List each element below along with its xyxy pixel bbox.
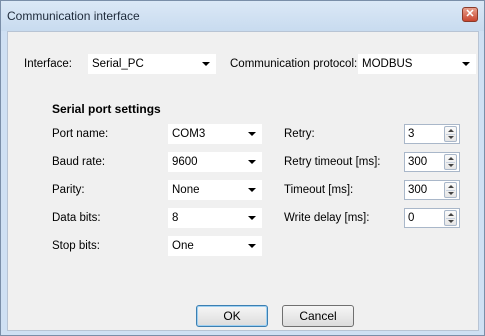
parity-label: Parity: [52, 184, 85, 196]
port-name-label: Port name: [52, 128, 109, 140]
spin-up-icon[interactable] [448, 213, 454, 216]
retry-label: Retry: [284, 128, 315, 140]
spin-divider [446, 190, 455, 191]
port-name-value: COM3 [172, 128, 206, 140]
chevron-down-icon [248, 244, 256, 248]
chevron-down-icon [462, 62, 470, 66]
data-bits-label: Data bits: [52, 212, 101, 224]
write-delay-spinner[interactable]: 0 [404, 208, 460, 228]
spin-up-icon[interactable] [448, 129, 454, 132]
chevron-down-icon [248, 132, 256, 136]
retry-timeout-label: Retry timeout [ms]: [284, 156, 381, 168]
spin-divider [446, 218, 455, 219]
spin-down-icon[interactable] [448, 136, 454, 139]
spin-divider [446, 162, 455, 163]
spin-buttons[interactable] [444, 210, 457, 226]
close-icon: ✕ [465, 8, 475, 20]
timeout-spinner[interactable]: 300 [404, 180, 460, 200]
protocol-label: Communication protocol: [230, 58, 358, 70]
close-button[interactable]: ✕ [462, 7, 478, 22]
spin-down-icon[interactable] [448, 164, 454, 167]
data-bits-select[interactable]: 8 [168, 208, 262, 228]
parity-select[interactable]: None [168, 180, 262, 200]
spin-buttons[interactable] [444, 126, 457, 142]
write-delay-label: Write delay [ms]: [284, 212, 370, 224]
port-name-select[interactable]: COM3 [168, 124, 262, 144]
timeout-value: 300 [408, 184, 428, 196]
interface-label: Interface: [24, 58, 72, 70]
protocol-select[interactable]: MODBUS [358, 54, 476, 74]
baud-rate-select[interactable]: 9600 [168, 152, 262, 172]
write-delay-value: 0 [408, 212, 415, 224]
chevron-down-icon [202, 62, 210, 66]
spin-up-icon[interactable] [448, 185, 454, 188]
stop-bits-select[interactable]: One [168, 236, 262, 256]
data-bits-value: 8 [172, 212, 179, 224]
chevron-down-icon [248, 216, 256, 220]
dialog-body: Interface: Serial_PC Communication proto… [7, 31, 479, 331]
dialog-window: Communication interface ✕ Interface: Ser… [0, 0, 485, 336]
protocol-value: MODBUS [362, 58, 413, 70]
interface-select[interactable]: Serial_PC [88, 54, 216, 74]
timeout-label: Timeout [ms]: [284, 184, 354, 196]
retry-value: 3 [408, 128, 415, 140]
spin-down-icon[interactable] [448, 220, 454, 223]
retry-timeout-spinner[interactable]: 300 [404, 152, 460, 172]
spin-buttons[interactable] [444, 154, 457, 170]
stop-bits-value: One [172, 240, 194, 252]
interface-value: Serial_PC [92, 58, 144, 70]
baud-rate-label: Baud rate: [52, 156, 106, 168]
window-title: Communication interface [7, 9, 140, 23]
title-bar[interactable]: Communication interface ✕ [1, 1, 484, 31]
ok-button[interactable]: OK [196, 305, 268, 327]
baud-rate-value: 9600 [172, 156, 198, 168]
spin-divider [446, 134, 455, 135]
retry-spinner[interactable]: 3 [404, 124, 460, 144]
stop-bits-label: Stop bits: [52, 240, 100, 252]
chevron-down-icon [248, 160, 256, 164]
cancel-button[interactable]: Cancel [282, 305, 354, 327]
retry-timeout-value: 300 [408, 156, 428, 168]
chevron-down-icon [248, 188, 256, 192]
spin-down-icon[interactable] [448, 192, 454, 195]
spin-buttons[interactable] [444, 182, 457, 198]
spin-up-icon[interactable] [448, 157, 454, 160]
section-title: Serial port settings [52, 102, 161, 116]
parity-value: None [172, 184, 200, 196]
